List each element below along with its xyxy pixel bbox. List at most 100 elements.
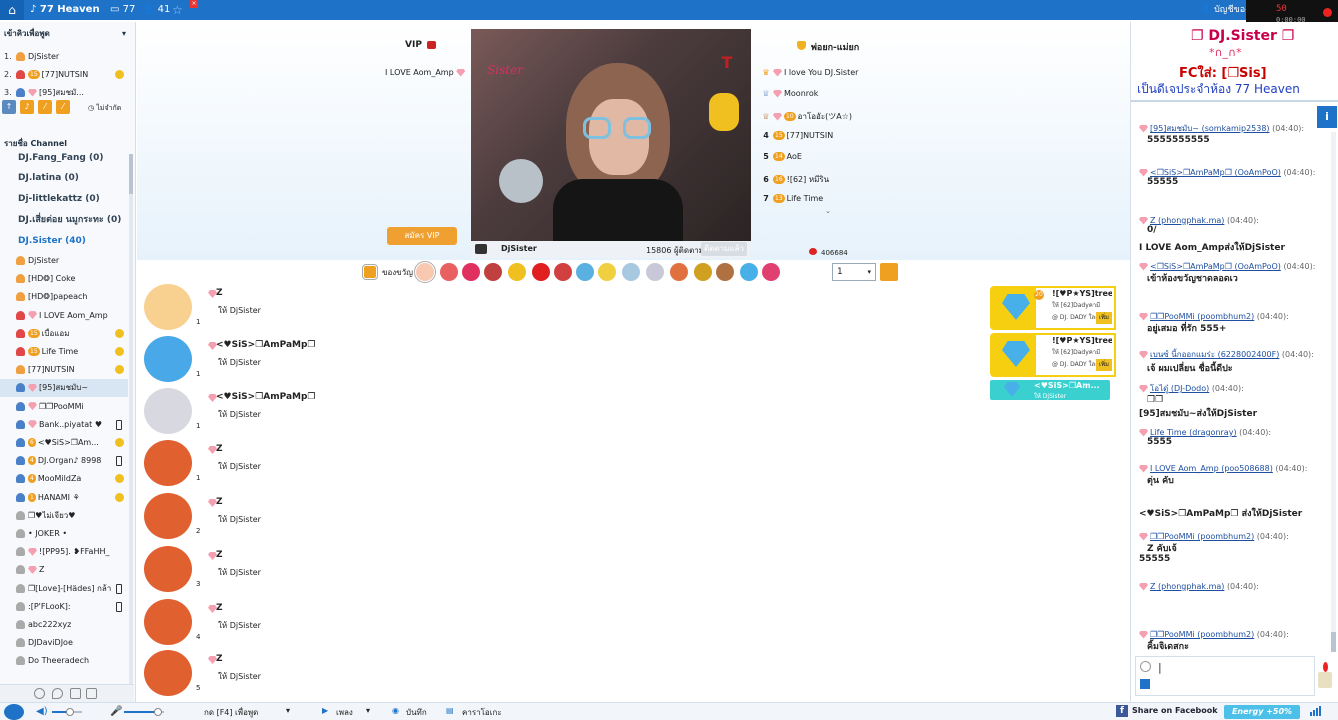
gift-item[interactable]	[670, 263, 688, 281]
speak-button[interactable]: ♪	[20, 100, 34, 114]
member-item[interactable]: :[P'FLooK]:	[0, 598, 128, 616]
big-gift-card[interactable]: ![♥P★YS]tree... ให้ [62]Dadyคามี @ DJ. D…	[990, 333, 1116, 377]
speak-queue-header[interactable]: เข้าคิวเพื่อพูด ▾	[0, 26, 134, 42]
scrollbar-thumb[interactable]	[129, 154, 133, 194]
gift-item[interactable]	[576, 263, 594, 281]
gift-sender[interactable]: Z	[216, 288, 223, 298]
chat-username[interactable]: I LOVE Aom_Amp (poo508688)	[1150, 464, 1273, 473]
ranking-item[interactable]: ♛ I love You DJ.Sister	[759, 68, 858, 77]
account-menu[interactable]: 👤 บัญชีของ	[1200, 0, 1250, 20]
gift-item[interactable]	[622, 263, 640, 281]
ranking-item[interactable]: 4 15 [77]NUTSIN	[759, 131, 833, 140]
home-icon[interactable]: ⌂	[0, 0, 24, 20]
gift-item[interactable]	[462, 263, 480, 281]
chat-username[interactable]: เบนซ์ นี้กออกแมร่ะ (6228002400F)	[1150, 350, 1279, 359]
vip-subscribe-button[interactable]: สมัคร VIP	[387, 227, 457, 245]
ranking-item[interactable]: 7 13 Life Time	[759, 194, 823, 203]
member-item[interactable]: [95]สมชมับ~	[0, 379, 128, 398]
small-gift-card[interactable]: <♥SiS>❐Am... ให้ DjSister	[990, 380, 1110, 400]
mic-volume-slider[interactable]	[124, 708, 164, 716]
member-item[interactable]: 4 DJ.Organ♪ 8998	[0, 452, 128, 470]
gift-item[interactable]	[484, 263, 502, 281]
queue-item[interactable]: 1. DjSister	[0, 48, 128, 66]
chat-username[interactable]: [95]สมชมับ~ (somkamip2538)	[1150, 124, 1270, 133]
gift-item[interactable]	[740, 263, 758, 281]
member-item[interactable]: [77]NUTSIN	[0, 361, 128, 379]
send-gift-button[interactable]	[880, 263, 898, 281]
gift-sender[interactable]: Z	[216, 603, 223, 613]
gift-sender[interactable]: Z	[216, 444, 223, 454]
gift-item[interactable]	[414, 261, 436, 283]
chat-username[interactable]: ❐❐PooMMi (poombhum2)	[1150, 630, 1254, 639]
gift-item[interactable]	[508, 263, 526, 281]
close-tab-icon[interactable]: ×	[190, 0, 198, 8]
member-item[interactable]: ❐♥ไม่เจียว♥	[0, 507, 128, 525]
location-icon[interactable]	[52, 688, 63, 699]
karaoke-icon[interactable]: ▤	[446, 706, 454, 715]
member-item[interactable]: abc222xyz	[0, 616, 128, 634]
chevron-down-icon[interactable]: ▾	[286, 706, 290, 715]
chat-scrollbar[interactable]	[1331, 132, 1336, 652]
gift-sender[interactable]: Z	[216, 550, 223, 560]
chat-input[interactable]: |	[1135, 656, 1315, 696]
mic-icon[interactable]: 🎤	[110, 706, 122, 717]
channel-item-active[interactable]: DJ.Sister (40)	[0, 231, 128, 251]
gift-sender[interactable]: <♥SiS>❐AmPaMp❐	[216, 340, 316, 350]
member-item[interactable]: [HD❂]papeach	[0, 288, 128, 306]
gift-quantity-select[interactable]: 1 ▾	[832, 263, 876, 281]
vip-user[interactable]: I LOVE Aom_Amp	[385, 68, 467, 77]
channel-item[interactable]: DJ.เสี่ยต่อย นมูกระทะ (0)	[0, 210, 128, 230]
big-gift-card[interactable]: 20 ![♥P★YS]tree... ให้ [62]Dadyคามี @ DJ…	[990, 286, 1116, 330]
ranking-item[interactable]: ♕ 10 อาโออัะ(ツA☆)	[759, 110, 852, 123]
play-icon[interactable]: ▶	[322, 706, 328, 715]
ranking-item[interactable]: 6 16 ![62] หมีริน	[759, 173, 829, 186]
chat-username[interactable]: Life Time (dragonray)	[1150, 428, 1237, 437]
status-icon[interactable]	[4, 704, 24, 720]
member-scrollbar[interactable]	[129, 154, 133, 684]
slider-knob[interactable]	[66, 708, 74, 716]
gift-item[interactable]	[694, 263, 712, 281]
member-item[interactable]: 6 <♥SiS>❐Am...	[0, 434, 128, 452]
gift-item[interactable]	[440, 263, 458, 281]
member-item[interactable]: 15 Life Time	[0, 343, 128, 361]
big-gift-add-button[interactable]: เพิ่ม	[1096, 312, 1112, 324]
gift-sender[interactable]: <♥SiS>❐AmPaMp❐	[216, 392, 316, 402]
voice-icon[interactable]	[1140, 679, 1150, 689]
member-item[interactable]: Do Theeradech	[0, 652, 128, 670]
member-item[interactable]: Z	[0, 561, 128, 579]
gift-item[interactable]	[598, 263, 616, 281]
chat-username[interactable]: <❐SiS>❐AmPaMp❐ (OoAmPoO)	[1150, 168, 1281, 177]
chat-username[interactable]: <❐SiS>❐AmPaMp❐ (OoAmPoO)	[1150, 262, 1281, 271]
member-item[interactable]: Bank..piyatat ♥	[0, 416, 128, 434]
gift-item[interactable]	[646, 263, 664, 281]
energy-badge[interactable]: Energy +50%	[1224, 705, 1300, 719]
member-item[interactable]: 1 HANAMI ⚘	[0, 489, 128, 507]
user-icon[interactable]	[34, 688, 45, 699]
queue-off-button[interactable]: ⁄	[56, 100, 70, 114]
chat-username[interactable]: Z (phongphak.ma)	[1150, 582, 1224, 591]
cake-icon[interactable]	[1315, 660, 1335, 690]
song-button[interactable]: เพลง	[336, 706, 353, 719]
queue-item[interactable]: 2. 15 [77]NUTSIN	[0, 66, 128, 84]
member-item[interactable]: ❐[Love]-[Hädes] กล้า	[0, 580, 128, 598]
gift-sender[interactable]: Z	[216, 497, 223, 507]
scrollbar-thumb[interactable]	[1331, 632, 1336, 652]
member-item[interactable]: • JOKER •	[0, 525, 128, 543]
ranking-item[interactable]: 5 14 AoE	[759, 152, 802, 161]
gift-item[interactable]	[554, 263, 572, 281]
list-icon[interactable]	[70, 688, 81, 699]
host-name[interactable]: DjSister	[501, 244, 537, 253]
emoji-icon[interactable]	[1140, 661, 1151, 672]
member-item[interactable]: ![PP95]. ❥FFaHH_	[0, 543, 128, 561]
favorite-star-icon[interactable]: ☆	[172, 0, 183, 20]
ranking-item[interactable]: ♕ Moonrok	[759, 89, 818, 98]
speaker-volume-slider[interactable]	[52, 708, 82, 716]
member-item[interactable]: [HD❂] Coke	[0, 270, 128, 288]
video-stream[interactable]: Sister T	[471, 29, 751, 241]
queue-up-button[interactable]: ↑	[2, 100, 16, 114]
record-button[interactable]: บันทึก	[406, 706, 427, 719]
chevron-down-icon[interactable]: ▾	[122, 26, 126, 42]
chat-username[interactable]: ❐❐PooMMi (poombhum2)	[1150, 312, 1254, 321]
channel-item[interactable]: DJ.Fang_Fang (0)	[0, 148, 128, 168]
record-icon[interactable]: ◉	[392, 706, 399, 715]
